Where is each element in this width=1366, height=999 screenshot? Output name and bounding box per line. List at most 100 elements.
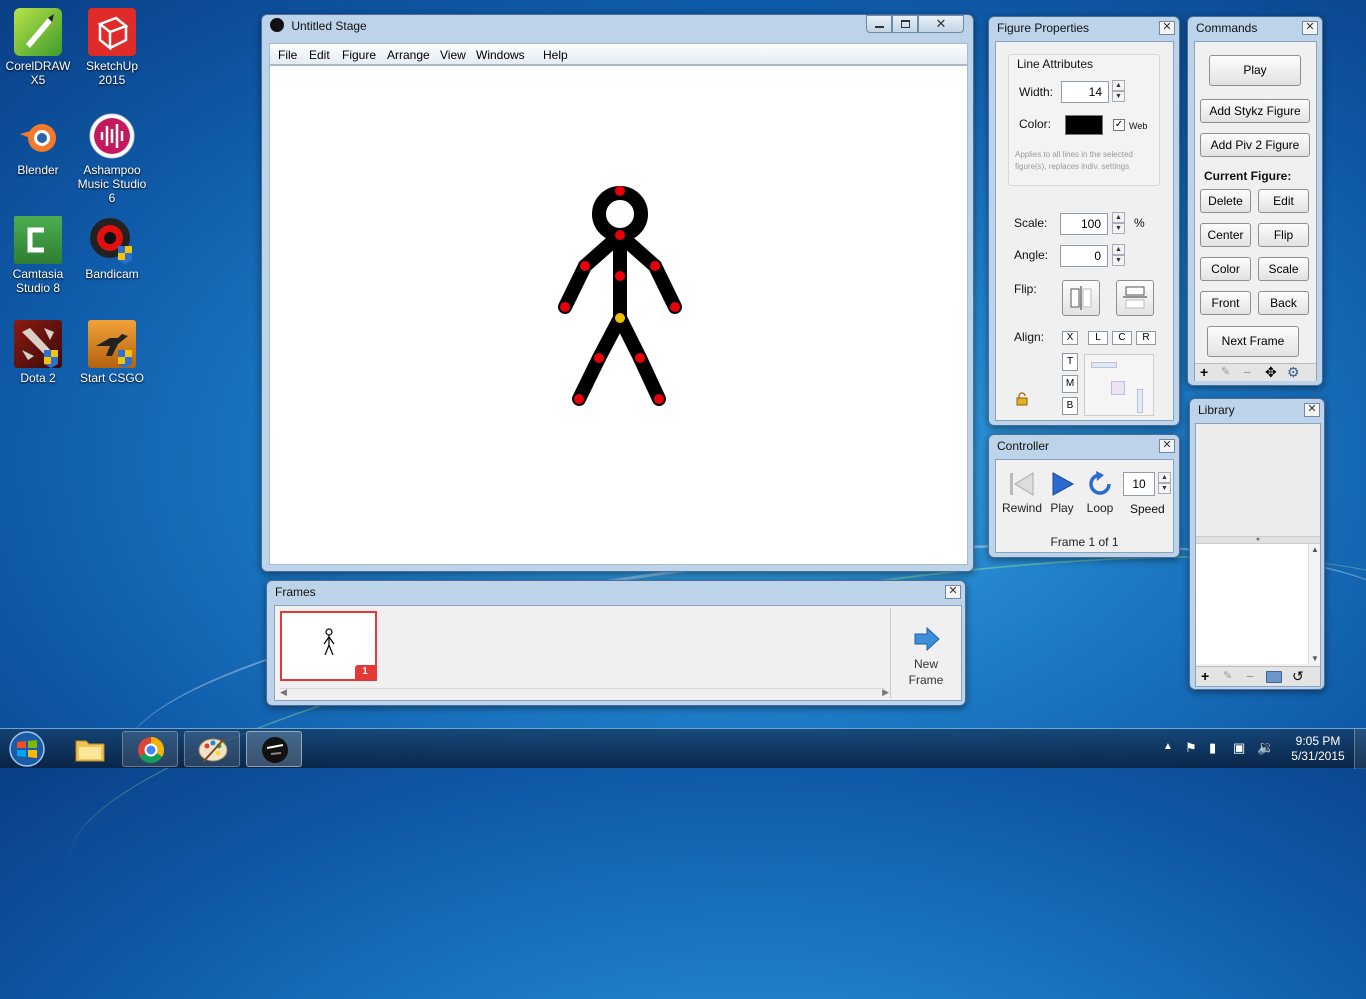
front-button[interactable]: Front [1200, 291, 1251, 315]
pencil-icon[interactable]: ✎ [1221, 365, 1230, 378]
angle-stepper[interactable]: ▲ ▼ [1112, 244, 1125, 266]
settings-icon[interactable]: ⚙ [1287, 364, 1300, 380]
scale-stepper[interactable]: ▲ ▼ [1112, 212, 1125, 234]
commands-close-button[interactable]: ✕ [1302, 21, 1318, 35]
minimize-button[interactable] [866, 15, 892, 33]
menu-view[interactable]: View [440, 48, 466, 62]
stage-canvas[interactable] [269, 65, 968, 565]
align-middle-button[interactable]: M [1062, 375, 1078, 393]
loop-icon [1089, 471, 1111, 495]
desktop-icon-camtasia[interactable]: Camtasia Studio 8 [0, 216, 76, 295]
figure-properties-close-button[interactable]: ✕ [1159, 21, 1175, 35]
start-button[interactable] [4, 730, 50, 768]
new-frame-button[interactable]: New Frame [890, 608, 960, 698]
frame-thumbnail[interactable]: 1 [280, 611, 377, 681]
window-close-button[interactable]: ✕ [918, 15, 964, 33]
figure-joint [635, 353, 645, 363]
close-icon: ✕ [1162, 439, 1172, 451]
align-center-button[interactable]: C [1112, 331, 1132, 345]
desktop-icon-coreldraw[interactable]: CorelDRAW X5 [0, 8, 76, 87]
close-icon: ✕ [935, 16, 947, 31]
taskbar-chrome[interactable] [122, 731, 178, 767]
desktop-icon-dota2[interactable]: Dota 2 [0, 320, 76, 385]
menu-help[interactable]: Help [543, 48, 568, 62]
maximize-button[interactable] [892, 15, 918, 33]
speed-stepper[interactable]: ▲ ▼ [1158, 472, 1171, 494]
controller-close-button[interactable]: ✕ [1159, 439, 1175, 453]
flip-vertical-button[interactable] [1116, 280, 1154, 316]
action-center-icon[interactable]: ⚑ [1185, 740, 1197, 756]
menu-windows[interactable]: Windows [476, 48, 525, 62]
play-button[interactable]: Play [1209, 55, 1301, 86]
show-desktop-button[interactable] [1354, 729, 1366, 769]
next-frame-button[interactable]: Next Frame [1207, 326, 1299, 357]
desktop-icon-bandicam[interactable]: Bandicam [74, 216, 150, 281]
network-icon[interactable]: ▣ [1233, 740, 1245, 756]
align-x-button[interactable]: X [1062, 331, 1078, 345]
color-swatch[interactable] [1065, 115, 1103, 135]
taskbar-explorer[interactable] [62, 731, 118, 767]
csgo-icon [88, 320, 136, 368]
scale-label: Scale: [1014, 216, 1048, 230]
center-button[interactable]: Center [1200, 223, 1251, 247]
color-button[interactable]: Color [1200, 257, 1251, 281]
align-right-button[interactable]: R [1136, 331, 1156, 345]
lock-icon[interactable] [1016, 392, 1028, 406]
angle-input[interactable]: 0 [1060, 245, 1108, 267]
frames-close-button[interactable]: ✕ [945, 585, 961, 599]
align-bottom-button[interactable]: B [1062, 397, 1078, 415]
clock[interactable]: 9:05 PM 5/31/2015 [1288, 734, 1348, 764]
desktop-icon-csgo[interactable]: Start CSGO [74, 320, 150, 385]
library-list[interactable]: ▲ ▼ [1196, 544, 1320, 664]
width-input[interactable]: 14 [1061, 81, 1109, 103]
library-splitter[interactable]: ● [1196, 536, 1320, 544]
add-stykz-figure-button[interactable]: Add Stykz Figure [1200, 99, 1310, 123]
up-arrow-icon: ▲ [1112, 80, 1125, 91]
folder-icon[interactable] [1266, 671, 1282, 683]
menu-arrange[interactable]: Arrange [387, 48, 430, 62]
plus-icon[interactable]: + [1201, 668, 1209, 684]
desktop-icon-blender[interactable]: Blender [0, 112, 76, 177]
usb-device-icon[interactable]: ▮ [1209, 740, 1216, 756]
color-label: Color: [1019, 117, 1052, 131]
show-hidden-icons[interactable]: ▲ [1163, 741, 1173, 752]
flip-button[interactable]: Flip [1258, 223, 1309, 247]
delete-button[interactable]: Delete [1200, 189, 1251, 213]
line-attributes-note: Applies to all lines in the selected fig… [1015, 150, 1133, 171]
edit-button[interactable]: Edit [1258, 189, 1309, 213]
add-piv-figure-button[interactable]: Add Piv 2 Figure [1200, 133, 1310, 157]
library-close-button[interactable]: ✕ [1304, 403, 1320, 417]
plus-icon[interactable]: + [1200, 364, 1208, 380]
move-icon[interactable]: ✥ [1265, 364, 1277, 380]
menu-figure[interactable]: Figure [342, 48, 376, 62]
pencil-icon[interactable]: ✎ [1223, 669, 1232, 682]
scale-button[interactable]: Scale [1258, 257, 1309, 281]
desktop-icon-ashampoo[interactable]: Ashampoo Music Studio 6 [74, 112, 150, 205]
align-top-button[interactable]: T [1062, 353, 1078, 371]
minus-icon[interactable]: − [1246, 668, 1254, 684]
flip-horizontal-button[interactable] [1062, 280, 1100, 316]
frame-status: Frame 1 of 1 [1050, 535, 1119, 549]
width-stepper[interactable]: ▲ ▼ [1112, 80, 1125, 102]
frames-scrollbar[interactable]: ◀ ▶ [280, 687, 889, 698]
menu-file[interactable]: File [278, 48, 297, 62]
scale-input[interactable]: 100 [1060, 213, 1108, 235]
controller-panel: Rewind Play Loop 10 ▲ ▼ Speed Frame 1 of … [995, 459, 1174, 553]
refresh-icon[interactable]: ↺ [1292, 668, 1304, 684]
taskbar-paint[interactable] [184, 731, 240, 767]
library-scrollbar[interactable]: ▲ ▼ [1308, 544, 1320, 664]
volume-icon[interactable]: 🔉 [1257, 739, 1274, 756]
stick-figure[interactable] [270, 66, 969, 566]
desktop-icon-sketchup[interactable]: SketchUp 2015 [74, 8, 150, 87]
minus-icon[interactable]: − [1243, 364, 1251, 380]
loop-button[interactable]: Loop [1084, 470, 1116, 518]
play-controller-button[interactable]: Play [1048, 470, 1076, 518]
web-checkbox[interactable]: ✓ [1113, 119, 1125, 131]
menu-edit[interactable]: Edit [309, 48, 330, 62]
taskbar-pivot[interactable] [246, 731, 302, 767]
rewind-button[interactable]: Rewind [1002, 470, 1042, 518]
back-button[interactable]: Back [1258, 291, 1309, 315]
align-left-button[interactable]: L [1088, 331, 1108, 345]
speed-input[interactable]: 10 [1123, 472, 1155, 496]
figure-joint [574, 394, 584, 404]
